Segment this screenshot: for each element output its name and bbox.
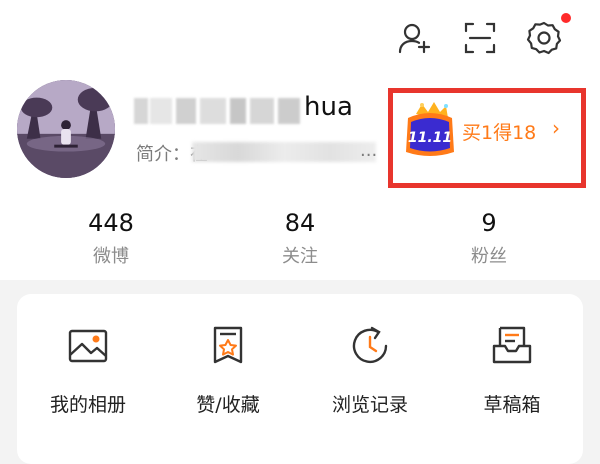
stat-following[interactable]: 84 关注 xyxy=(240,208,360,268)
notification-dot xyxy=(561,13,571,23)
stat-label: 微博 xyxy=(93,246,129,267)
stat-value: 448 xyxy=(88,209,134,237)
stat-label: 关注 xyxy=(282,246,318,267)
avatar[interactable] xyxy=(17,80,115,178)
top-bar xyxy=(0,0,600,80)
scan-icon[interactable] xyxy=(462,20,498,56)
shortcut-history[interactable]: 浏览记录 xyxy=(305,324,435,417)
drafts-icon xyxy=(490,324,534,368)
stat-label: 粉丝 xyxy=(471,246,507,267)
add-friend-icon[interactable] xyxy=(396,20,432,56)
username[interactable]: hua xyxy=(134,92,374,128)
stat-value: 9 xyxy=(481,209,497,237)
shortcut-label: 草稿箱 xyxy=(483,394,541,416)
shortcuts-card: 我的相册 赞/收藏 浏览记录 草稿箱 xyxy=(17,294,583,464)
shortcut-label: 我的相册 xyxy=(49,394,126,416)
shortcut-photo-album[interactable]: 我的相册 xyxy=(23,324,153,417)
shortcut-drafts[interactable]: 草稿箱 xyxy=(447,324,577,417)
svg-text:11.11: 11.11 xyxy=(408,130,452,146)
username-text: hua xyxy=(304,92,353,122)
double-eleven-badge-icon[interactable]: 11.11 xyxy=(402,102,458,160)
history-icon xyxy=(348,324,392,368)
intro-ellipsis: ... xyxy=(360,140,378,161)
promo-text[interactable]: 买1得18 xyxy=(462,118,536,145)
stat-followers[interactable]: 9 粉丝 xyxy=(429,208,549,268)
like-favorite-icon xyxy=(206,324,250,368)
stat-value: 84 xyxy=(284,209,316,237)
shortcut-label: 赞/收藏 xyxy=(196,394,260,416)
profile-section: hua 简介：在 ... 11.11 买1得18 › 448 微博 84 关注 … xyxy=(0,80,600,280)
redacted-intro xyxy=(192,142,376,162)
settings-icon[interactable] xyxy=(526,20,562,56)
stat-weibo[interactable]: 448 微博 xyxy=(51,208,171,268)
photo-album-icon xyxy=(66,324,110,368)
shortcut-label: 浏览记录 xyxy=(331,394,408,416)
chevron-right-icon: › xyxy=(552,116,560,140)
redacted-name xyxy=(134,98,304,124)
shortcut-like-favorite[interactable]: 赞/收藏 xyxy=(163,324,293,417)
